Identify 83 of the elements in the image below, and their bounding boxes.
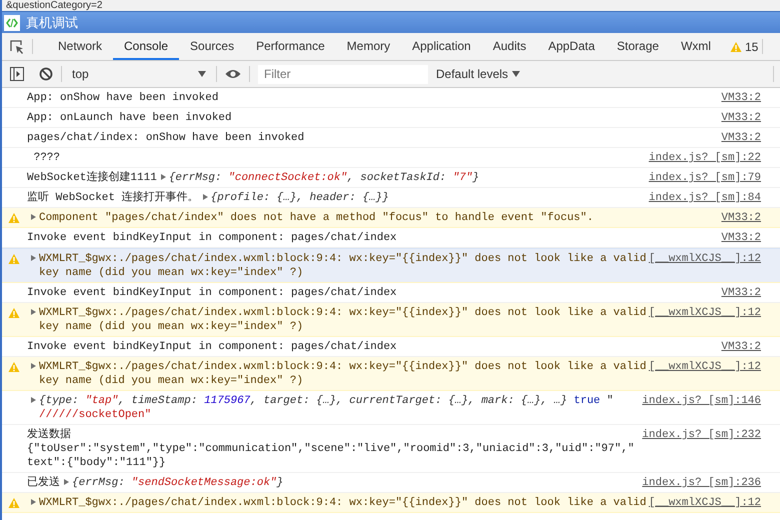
devtools-tab[interactable]: Audits	[482, 33, 538, 60]
expand-arrow-icon[interactable]	[202, 194, 208, 200]
source-link[interactable]: [__wxmlXCJS__]:12	[648, 360, 761, 374]
page-url-text: &questionCategory=2	[6, 0, 104, 11]
log-message: App: onLaunch have been invoked	[27, 112, 232, 124]
object-preview[interactable]: {profile: {…}, header: {…}}	[210, 192, 389, 204]
warning-row[interactable]: WXMLRT_$gwx:./pages/chat/index.wxml:block:9:4: wx:key="{{index}}" does not look like a valid [__wxmlXCJS__]:12	[2, 493, 780, 513]
source-link[interactable]: VM33:2	[721, 340, 761, 354]
devtools-tab[interactable]: Sources	[179, 33, 246, 60]
source-link[interactable]: VM33:2	[721, 111, 761, 125]
log-message: Invoke event bindKeyInput in component: pages/chat/index	[27, 287, 397, 299]
warning-icon	[8, 497, 20, 509]
log-message: pages/chat/index: onShow have been invoked	[27, 132, 304, 144]
source-link[interactable]: index.js? [sm]:236	[642, 476, 761, 490]
log-message: App: onShow have been invoked	[27, 92, 218, 104]
source-link[interactable]: index.js? [sm]:84	[648, 191, 761, 205]
caret-icon	[198, 71, 206, 77]
log-message: 已发送	[27, 477, 60, 489]
warning-row[interactable]: WXMLRT_$gwx:./pages/chat/index.wxml:block:9:4: wx:key="{{index}}" does not look like a valid key name (did you mean wx:key="index" ?) [__wxmlXCJS__]:12	[2, 303, 780, 337]
warning-row[interactable]: WXMLRT_$gwx:./pages/chat/index.wxml:block:9:4: wx:key="{{index}}" does not look like a valid key name (did you mean wx:key="index" ?) [__wxmlXCJS__]:12	[2, 248, 780, 283]
devtools-tab[interactable]: Memory	[336, 33, 402, 60]
log-message: Invoke event bindKeyInput in component: pages/chat/index	[27, 341, 397, 353]
warning-row[interactable]: WXMLRT_$gwx:./pages/chat/index.wxml:block:9:4: wx:key="{{index}}" does not look like a valid key name (did you mean wx:key="index" ?) [__wxmlXCJS__]:12	[2, 357, 780, 391]
object-preview[interactable]: {errMsg: "sendSocketMessage:ok"}	[72, 477, 284, 489]
filter-field[interactable]: Filter	[258, 64, 428, 84]
clear-console-icon[interactable]	[39, 67, 53, 81]
source-link[interactable]: [__wxmlXCJS__]:12	[648, 496, 761, 510]
warning-row[interactable]: Component "pages/chat/index" does not have a method "focus" to handle event "focus". VM33:2	[2, 208, 780, 228]
source-link[interactable]: VM33:2	[721, 286, 761, 300]
warning-icon	[730, 40, 742, 52]
eye-icon[interactable]	[225, 68, 241, 80]
devtools-tab[interactable]: Application	[401, 33, 482, 60]
log-message: 发送数据 {"toUser":"system","type":"communication","scene":"live","roomid":3,"uniacid":3,"uid":"97","text":{"body":"111"}}	[27, 429, 634, 469]
expand-arrow-icon[interactable]	[160, 174, 166, 180]
expand-arrow-icon[interactable]	[31, 309, 36, 315]
devtools-tab[interactable]: AppData	[537, 33, 606, 60]
code-icon	[4, 14, 20, 30]
expand-arrow-icon[interactable]	[64, 479, 69, 485]
log-row[interactable]: 已发送 {errMsg: "sendSocketMessage:ok"} index.js? [sm]:236	[2, 473, 780, 493]
source-link[interactable]: [__wxmlXCJS__]:12	[648, 306, 761, 320]
expand-arrow-icon[interactable]	[31, 397, 36, 403]
context-dropdown[interactable]: top	[72, 67, 208, 81]
inspect-icon[interactable]	[10, 40, 24, 54]
object-preview[interactable]: {type: "tap", timeStamp: 1175967, target: {…}, currentTarget: {…}, mark: {…}, …} true " //////socketOpen"	[39, 394, 640, 422]
window-title: 真机调试	[26, 14, 78, 32]
log-message: WXMLRT_$gwx:./pages/chat/index.wxml:block:9:4: wx:key="{{index}}" does not look like a valid key name (did you mean wx:key="index" ?)	[39, 360, 647, 388]
source-link[interactable]: VM33:2	[721, 231, 761, 245]
warning-icon	[8, 253, 20, 265]
log-row[interactable]: 发送数据 {"toUser":"system","type":"communication","scene":"live","roomid":3,"uniacid":3,"uid":"97","text":{"body":"111"}} index.js? [sm]:232	[2, 425, 780, 473]
log-message: WXMLRT_$gwx:./pages/chat/index.wxml:block:9:4: wx:key="{{index}}" does not look like a valid key name (did you mean wx:key="index" ?)	[39, 306, 647, 334]
source-link[interactable]: VM33:2	[721, 131, 761, 145]
log-message: Component "pages/chat/index" does not have a method "focus" to handle event "focus".	[39, 211, 594, 225]
log-message: 监听 WebSocket 连接打开事件。	[27, 192, 199, 204]
source-link[interactable]: index.js? [sm]:146	[642, 394, 761, 408]
devtools-tab[interactable]: Storage	[606, 33, 670, 60]
warning-count[interactable]: 15	[744, 40, 758, 54]
warning-icon	[8, 361, 20, 373]
source-link[interactable]: VM33:2	[721, 211, 761, 225]
expand-arrow-icon[interactable]	[31, 363, 36, 369]
devtools-tab[interactable]: Network	[47, 33, 114, 60]
log-row[interactable]: WebSocket连接创建1111 {errMsg: "connectSocket:ok", socketTaskId: "7"} index.js? [sm]:79	[2, 168, 780, 188]
warning-icon	[8, 212, 20, 224]
source-link[interactable]: VM33:2	[721, 91, 761, 105]
sidebar-toggle-icon[interactable]	[10, 67, 24, 81]
log-message: WXMLRT_$gwx:./pages/chat/index.wxml:block:9:4: wx:key="{{index}}" does not look like a valid	[39, 496, 647, 510]
levels-dropdown[interactable]: Default levels	[436, 67, 520, 81]
expand-arrow-icon[interactable]	[31, 255, 36, 261]
devtools-tab[interactable]: Wxml	[670, 33, 722, 60]
log-message: Invoke event bindKeyInput in component: pages/chat/index	[27, 232, 397, 244]
expand-arrow-icon[interactable]	[31, 214, 36, 220]
log-message: ????	[32, 152, 60, 164]
expand-arrow-icon[interactable]	[31, 499, 36, 505]
caret-icon	[512, 71, 520, 77]
log-message: WXMLRT_$gwx:./pages/chat/index.wxml:block:9:4: wx:key="{{index}}" does not look like a valid key name (did you mean wx:key="index" ?)	[39, 252, 647, 280]
source-link[interactable]: index.js? [sm]:232	[642, 428, 761, 442]
source-link[interactable]: index.js? [sm]:79	[648, 171, 761, 185]
log-message: WebSocket连接创建1111	[27, 172, 157, 184]
source-link[interactable]: index.js? [sm]:22	[648, 151, 761, 165]
object-preview[interactable]: {errMsg: "connectSocket:ok", socketTaskId: "7"}	[168, 172, 480, 184]
devtools-tab[interactable]: Performance	[245, 33, 336, 60]
warning-icon	[8, 307, 20, 319]
source-link[interactable]: [__wxmlXCJS__]:12	[648, 252, 761, 266]
log-row[interactable]: 监听 WebSocket 连接打开事件。 {profile: {…}, header: {…}} index.js? [sm]:84	[2, 188, 780, 208]
